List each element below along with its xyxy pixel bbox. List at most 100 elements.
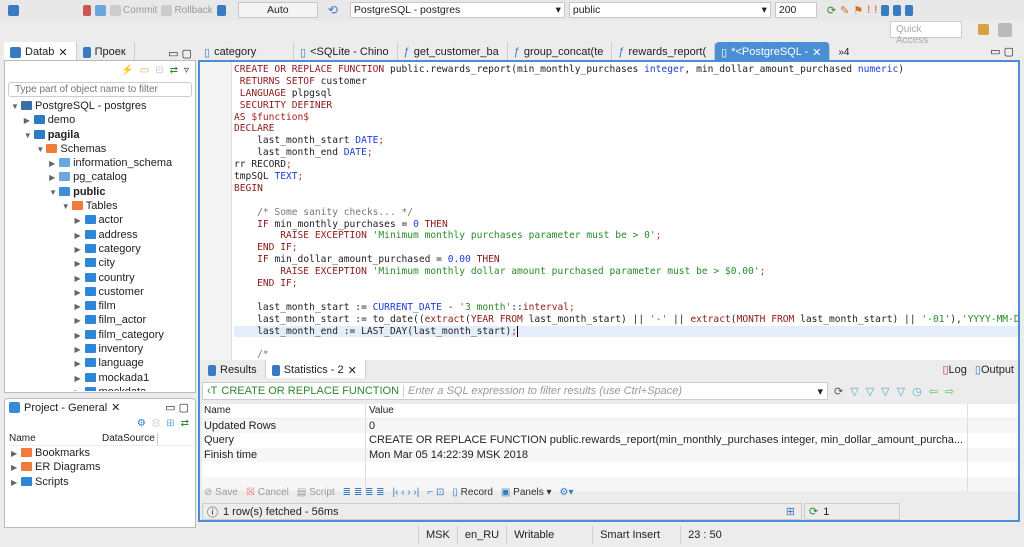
chevron-down-icon[interactable]: ▾ (817, 385, 827, 398)
column-datasource[interactable]: DataSource (102, 433, 158, 445)
tree-item[interactable]: ▶ film_actor (11, 313, 195, 327)
commit-button[interactable]: Commit (110, 4, 157, 16)
collapsed-arrow-icon[interactable]: ▶ (75, 229, 85, 243)
close-icon[interactable]: ✕ (111, 401, 120, 414)
layout-icons[interactable]: ⌐ ⊡ (427, 487, 444, 498)
panel-toggle-icon[interactable]: ⊞ (786, 505, 801, 518)
history-icon[interactable]: ⟲ (328, 3, 338, 17)
filter-apply-icon[interactable]: ▽ (850, 385, 858, 398)
refresh-count[interactable]: ⟳ 1 (804, 503, 900, 520)
tree-item[interactable]: ▶ customer (11, 285, 195, 299)
tree-item[interactable]: ▶ pg_catalog (11, 170, 195, 184)
collapsed-arrow-icon[interactable]: ▶ (75, 272, 85, 286)
record-button[interactable]: ▯ Record (452, 487, 493, 498)
project-item[interactable]: ▶ Bookmarks (11, 446, 195, 460)
navigation-icons[interactable]: |‹ ‹ › ›| (393, 487, 420, 498)
filter-input[interactable]: Enter a SQL expression to filter results… (404, 385, 682, 397)
recent-editor-icon[interactable] (905, 4, 914, 16)
tree-item[interactable]: ▶ information_schema (11, 156, 195, 170)
refresh-icon[interactable]: ⟳ (827, 4, 836, 17)
pin-add-icon[interactable]: ! (874, 4, 877, 16)
pin-icon[interactable]: ! (867, 4, 870, 16)
tree-item[interactable]: ▶ address (11, 228, 195, 242)
expanded-arrow-icon[interactable]: ▼ (36, 143, 46, 157)
more-tabs-button[interactable]: »4 (830, 47, 857, 60)
script-button[interactable]: ▤ Script (297, 487, 335, 498)
datasource-select[interactable]: PostgreSQL - postgres ▾ (349, 2, 565, 18)
log-button[interactable]: ▯Log (942, 363, 966, 376)
column-header-value[interactable]: Value (366, 404, 968, 418)
editor-tab[interactable]: ▯ <SQLite - Chino (294, 42, 398, 60)
tree-item[interactable]: ▶ inventory (11, 342, 195, 356)
tab-database-navigator[interactable]: Datab ✕ (4, 42, 77, 60)
tree-item[interactable]: ▶ mockdata (11, 385, 195, 391)
close-icon[interactable]: ✕ (812, 46, 821, 59)
collapsed-arrow-icon[interactable]: ▶ (75, 343, 85, 357)
column-header-name[interactable]: Name (202, 404, 366, 418)
disconnect-icon[interactable] (83, 4, 91, 16)
collapse-icon[interactable]: ⊟ (152, 418, 160, 431)
new-connection-icon[interactable]: ⚡ (121, 65, 133, 77)
collapsed-arrow-icon[interactable]: ▶ (49, 171, 59, 185)
close-icon[interactable]: ✕ (348, 364, 357, 377)
tree-item[interactable]: ▶ category (11, 242, 195, 256)
editor-tab[interactable]: ƒ group_concat(te (508, 42, 613, 60)
expand-icon[interactable]: ⊞ (166, 418, 174, 431)
connect-icon[interactable] (8, 4, 19, 16)
column-name[interactable]: Name (5, 433, 102, 445)
collapsed-arrow-icon[interactable]: ▶ (75, 329, 85, 343)
cell-value[interactable]: Mon Mar 05 14:22:39 MSK 2018 (366, 447, 968, 462)
transaction-mode-icon[interactable] (216, 4, 226, 16)
minimize-maximize-icon[interactable]: ▭ ▢ (168, 47, 196, 60)
collapsed-arrow-icon[interactable]: ▶ (75, 214, 85, 228)
tab-project-general[interactable]: Project - General ✕ ▭ ▢ (4, 398, 196, 416)
tools-icon[interactable]: ✎ (840, 4, 849, 17)
collapsed-arrow-icon[interactable]: ▶ (75, 257, 85, 271)
cell-name[interactable]: Query (202, 433, 366, 448)
quick-access-input[interactable]: Quick Access (890, 21, 962, 46)
collapsed-arrow-icon[interactable]: ▶ (75, 357, 85, 371)
editor-icon[interactable] (881, 4, 890, 16)
cancel-button[interactable]: ☒ Cancel (246, 487, 289, 498)
filter-save-icon[interactable]: ▽ (881, 385, 889, 398)
link-editor-icon[interactable]: ⇄ (181, 418, 189, 431)
collapsed-arrow-icon[interactable]: ▶ (75, 286, 85, 300)
rollback-button[interactable]: Rollback (161, 4, 213, 16)
new-editor-icon[interactable] (893, 4, 902, 16)
collapsed-arrow-icon[interactable]: ▶ (75, 372, 85, 386)
cell-value[interactable]: 0 (366, 418, 968, 433)
minimize-maximize-icon[interactable]: ▭ ▢ (165, 401, 195, 414)
tree-item[interactable]: ▼ Tables (11, 199, 195, 213)
row-edit-icons[interactable]: ≣ ≣ ≣ ≣ (343, 487, 385, 498)
collapsed-arrow-icon[interactable]: ▶ (75, 243, 85, 257)
collapsed-arrow-icon[interactable]: ▶ (11, 447, 21, 461)
tree-item[interactable]: ▼ PostgreSQL - postgres (11, 99, 195, 113)
minimize-maximize-icon[interactable]: ▭ ▢ (984, 45, 1020, 60)
refresh-icon[interactable]: ⟳ (834, 385, 843, 398)
tree-item[interactable]: ▶ country (11, 271, 195, 285)
expanded-arrow-icon[interactable]: ▼ (24, 129, 34, 143)
forward-icon[interactable]: ⇨ (945, 385, 954, 398)
editor-tab[interactable]: ƒ get_customer_ba (398, 42, 508, 60)
filter-clear-icon[interactable]: ▽ (866, 385, 874, 398)
tree-item[interactable]: ▼ Schemas (11, 142, 195, 156)
cell-name[interactable]: Finish time (202, 447, 366, 462)
editor-tab[interactable]: ƒ rewards_report( (612, 42, 716, 60)
panels-button[interactable]: ▣ Panels ▾ (501, 487, 552, 498)
sql-editor[interactable]: CREATE OR REPLACE FUNCTION public.reward… (198, 60, 1020, 360)
result-limit-input[interactable]: 200 (774, 2, 817, 18)
table-row[interactable]: Finish time Mon Mar 05 14:22:39 MSK 2018 (202, 447, 1018, 462)
bookmark-icon[interactable]: ⚑ (853, 4, 863, 17)
tree-item[interactable]: ▶ demo (11, 113, 195, 127)
tree-item[interactable]: ▶ film_category (11, 328, 195, 342)
collapsed-arrow-icon[interactable]: ▶ (75, 386, 85, 391)
project-item[interactable]: ▶ Scripts (11, 475, 195, 489)
tree-item[interactable]: ▶ language (11, 356, 195, 370)
gear-icon[interactable]: ⚙ (137, 418, 146, 431)
collapsed-arrow-icon[interactable]: ▶ (75, 314, 85, 328)
view-menu-icon[interactable]: ▿ (184, 65, 189, 77)
tab-projects[interactable]: Проек (77, 42, 135, 60)
sql-code[interactable]: CREATE OR REPLACE FUNCTION public.reward… (234, 64, 1018, 360)
collapsed-arrow-icon[interactable]: ▶ (11, 476, 21, 490)
tree-item[interactable]: ▶ actor (11, 213, 195, 227)
